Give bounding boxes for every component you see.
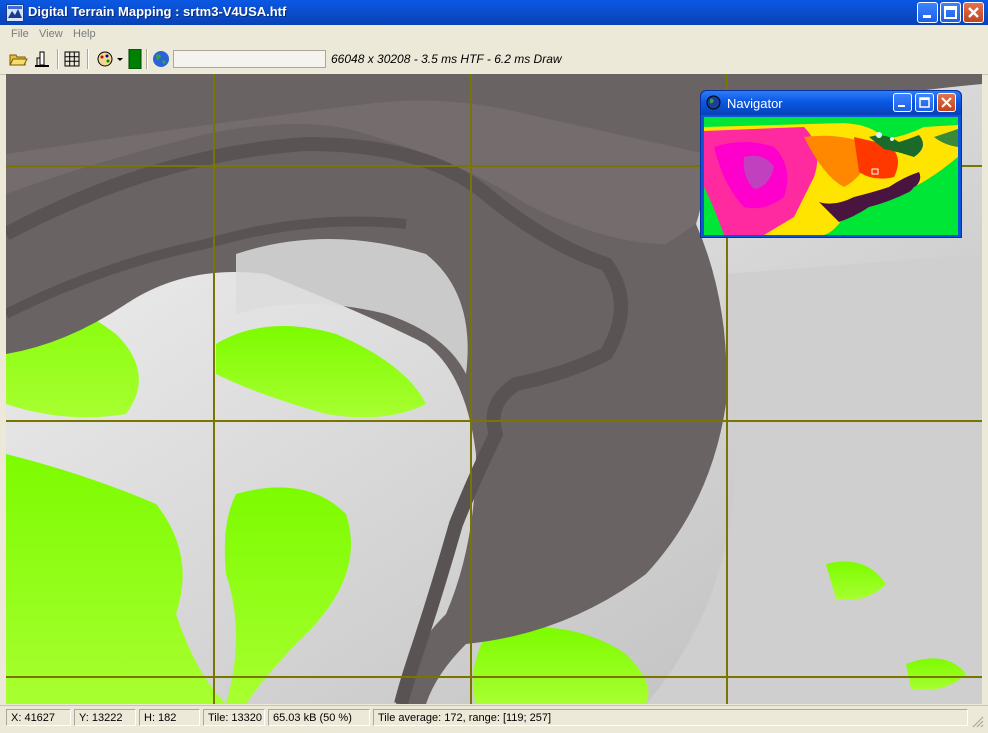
performance-readout: 66048 x 30208 - 3.5 ms HTF - 6.2 ms Draw [331, 52, 562, 66]
menu-bar: File View Help [0, 25, 988, 45]
window-title: Digital Terrain Mapping : srtm3-V4USA.ht… [28, 4, 287, 19]
status-memory: 65.03 kB (50 %) [268, 709, 370, 726]
resize-grip-icon[interactable] [970, 714, 984, 728]
grid-icon[interactable] [62, 49, 82, 69]
toolbar-separator [146, 49, 148, 69]
navigator-minimize-button[interactable] [893, 93, 912, 112]
palette-icon[interactable] [95, 49, 115, 69]
toolbar-separator [57, 49, 59, 69]
toolbar: 66048 x 30208 - 3.5 ms HTF - 6.2 ms Draw [0, 45, 988, 75]
palette-dropdown-chevron-down-icon[interactable] [115, 49, 125, 69]
toolbar-separator [87, 49, 89, 69]
navigator-usa-map [704, 117, 958, 235]
navigator-title-bar[interactable]: Navigator [701, 91, 961, 115]
navigator-close-button[interactable] [937, 93, 956, 112]
close-button[interactable] [963, 2, 984, 23]
menu-file[interactable]: File [11, 28, 29, 40]
globe-icon[interactable] [151, 49, 171, 69]
status-tile-stats: Tile average: 172, range: [119; 257] [373, 709, 968, 726]
navigator-title: Navigator [727, 96, 783, 111]
status-x-coordinate: X: 41627 [6, 709, 71, 726]
title-bar[interactable]: Digital Terrain Mapping : srtm3-V4USA.ht… [0, 0, 988, 25]
maximize-button[interactable] [940, 2, 961, 23]
progress-bar [173, 50, 326, 68]
status-y-coordinate: Y: 13222 [74, 709, 136, 726]
terrain-profile-icon[interactable] [32, 49, 52, 69]
color-swatch-icon[interactable] [128, 49, 142, 69]
menu-help[interactable]: Help [73, 28, 96, 40]
status-bar: X: 41627 Y: 13222 H: 182 Tile: 13320 65.… [0, 705, 988, 731]
status-tile: Tile: 13320 [203, 709, 265, 726]
menu-view[interactable]: View [39, 28, 63, 40]
navigator-window[interactable]: Navigator [700, 90, 962, 238]
navigator-globe-icon [706, 95, 721, 110]
status-height: H: 182 [139, 709, 200, 726]
navigator-overview-map[interactable] [704, 117, 958, 235]
minimize-button[interactable] [917, 2, 938, 23]
app-icon [6, 4, 24, 22]
navigator-maximize-button[interactable] [915, 93, 934, 112]
open-folder-icon[interactable] [8, 49, 28, 69]
